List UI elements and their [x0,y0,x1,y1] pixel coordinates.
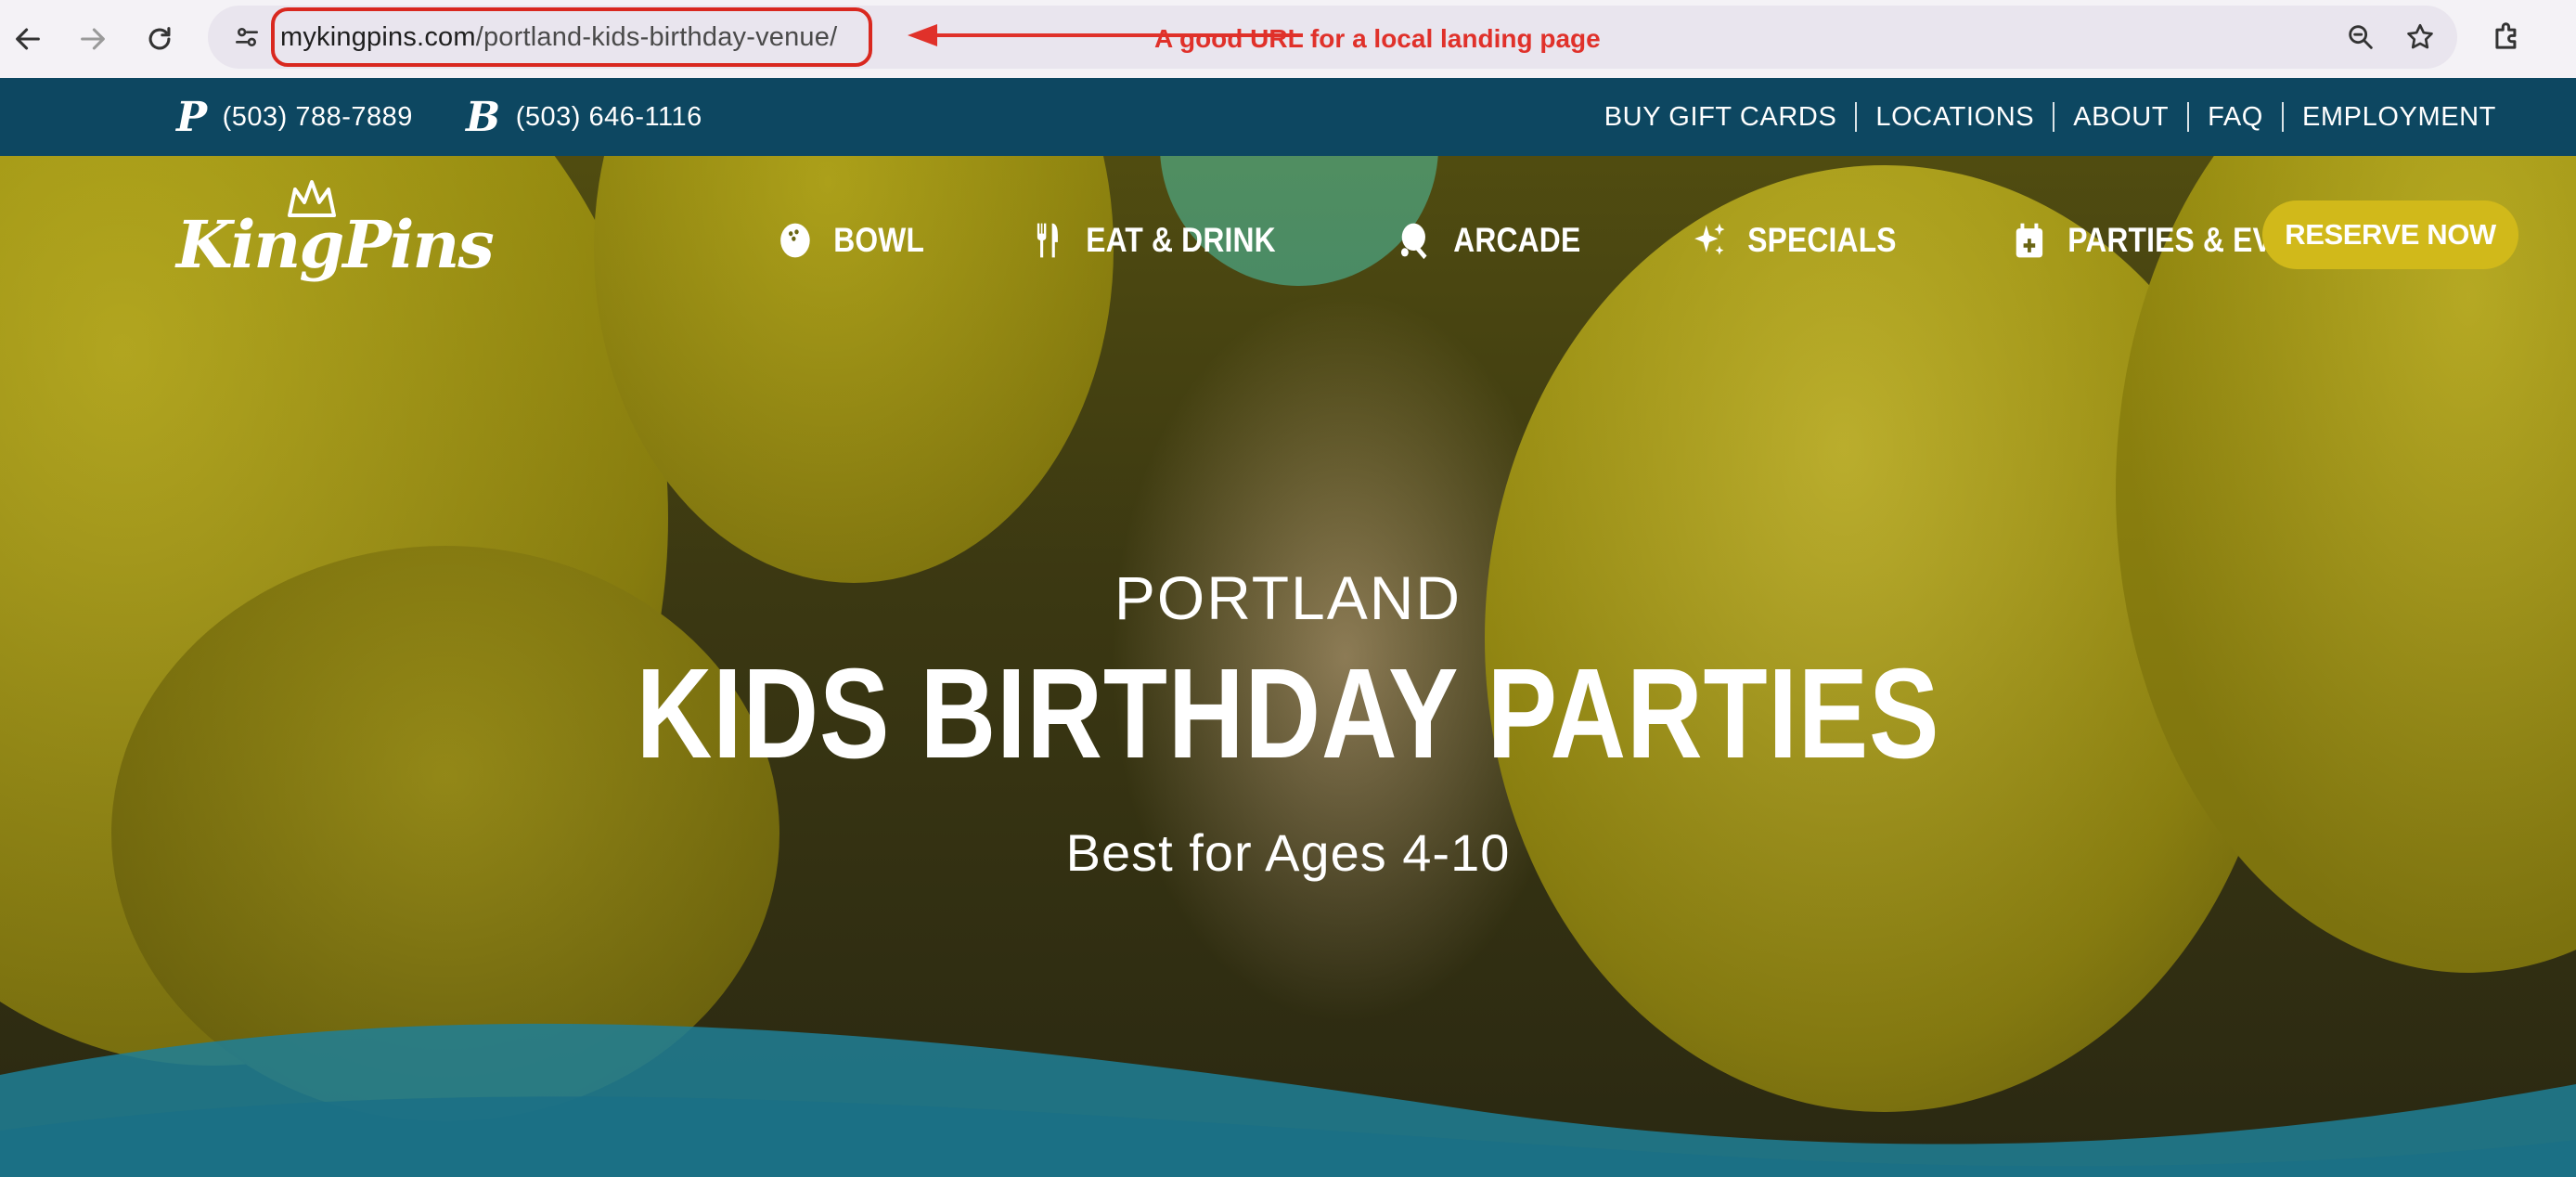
reload-button[interactable] [137,17,182,61]
nav-bowl[interactable]: BOWL [778,220,924,261]
ping-pong-icon [1400,223,1427,260]
nav-label: SPECIALS [1747,221,1897,259]
bowling-ball-icon [780,223,810,258]
about-link[interactable]: ABOUT [2054,102,2187,133]
divider [2053,102,2055,132]
site-info-button[interactable] [225,15,269,59]
fork-knife-icon [1037,223,1058,258]
locations-link[interactable]: LOCATIONS [1857,102,2053,133]
faq-link[interactable]: FAQ [2189,102,2282,133]
nav-label: BOWL [833,221,925,259]
address-bar[interactable]: mykingpins.com/portland-kids-birthday-ve… [208,6,2457,69]
main-nav: BOWL EAT & DRINK ARCADE SPECIALS PARTIES… [778,208,2489,273]
site-logo[interactable]: KingPins [176,178,495,290]
forward-arrow-icon [81,28,105,50]
nav-label: EAT & DRINK [1086,221,1276,259]
hero-title: KIDS BIRTHDAY PARTIES [636,642,1940,785]
divider [1855,102,1858,132]
site-info-icon [236,28,258,46]
utility-links: BUY GIFT CARDS LOCATIONS ABOUT FAQ EMPLO… [1586,97,2496,137]
hero-wave [0,1023,2576,1177]
hero-section: KingPins BOWL EAT & DRINK ARCADE SPECIAL… [0,156,2576,1177]
nav-arcade[interactable]: ARCADE [1397,220,1580,261]
browser-toolbar: mykingpins.com/portland-kids-birthday-ve… [0,0,2576,78]
nav-specials[interactable]: SPECIALS [1692,220,1897,261]
url-path: /portland-kids-birthday-venue/ [475,21,838,52]
sparkle-icon [1694,223,1725,255]
utility-bar: P (503) 788-7889 B (503) 646-1116 BUY GI… [0,78,2576,156]
reload-icon [148,27,171,50]
location-p-icon: P [176,93,208,141]
phone-link-1[interactable]: P (503) 788-7889 [176,91,413,143]
bookmark-star-icon [2407,23,2433,49]
back-arrow-icon [16,28,40,50]
logo-text: KingPins [176,206,495,283]
annotation-label: A good URL for a local landing page [1154,24,1601,53]
phone-number: (503) 788-7889 [222,101,413,132]
calendar-plus-icon [2016,223,2042,258]
extensions-icon [2495,22,2517,49]
phone-link-2[interactable]: B (503) 646-1116 [466,91,702,143]
extensions-button[interactable] [2485,15,2530,59]
forward-button[interactable] [71,17,115,61]
location-b-icon: B [466,93,501,141]
hero-tagline: Best for Ages 4-10 [1065,823,1511,882]
url-domain: mykingpins.com [280,21,476,52]
nav-label: ARCADE [1452,221,1581,259]
phone-number: (503) 646-1116 [515,101,702,132]
nav-eat-drink[interactable]: EAT & DRINK [1030,220,1276,261]
divider [2281,102,2284,132]
back-button[interactable] [6,17,50,61]
buy-gift-cards-link[interactable]: BUY GIFT CARDS [1586,102,1856,133]
zoom-icon [2349,25,2373,49]
url-text[interactable]: mykingpins.com/portland-kids-birthday-ve… [271,7,872,67]
zoom-button[interactable] [2342,19,2379,56]
hero-location: PORTLAND [1114,563,1462,632]
bookmark-button[interactable] [2402,19,2439,56]
divider [2187,102,2190,132]
reserve-now-button[interactable]: RESERVE NOW [2262,200,2518,269]
employment-link[interactable]: EMPLOYMENT [2284,102,2496,133]
